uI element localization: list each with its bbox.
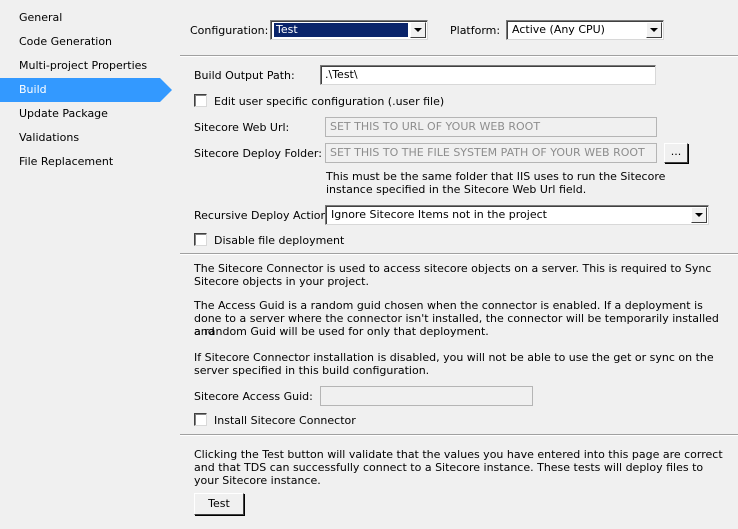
nav-item-build-label: Build — [19, 83, 47, 96]
nav-item-update-package[interactable]: Update Package — [0, 102, 172, 126]
sitecore-access-guid-label: Sitecore Access Guid: — [194, 390, 313, 403]
deploy-folder-note-line2: instance specified in the Sitecore Web U… — [326, 183, 587, 196]
divider — [180, 434, 738, 436]
test-description-line2: and that TDS can successfully connect to… — [194, 461, 704, 474]
configuration-value: Test — [273, 22, 409, 38]
disable-file-deployment-label: Disable file deployment — [214, 234, 345, 247]
platform-value: Active (Any CPU) — [512, 23, 605, 36]
install-sitecore-connector-checkbox[interactable] — [194, 413, 207, 426]
deploy-folder-note-line1: This must be the same folder that IIS us… — [326, 170, 666, 183]
edit-user-config-checkbox[interactable] — [194, 94, 207, 107]
platform-label: Platform: — [450, 24, 501, 37]
sitecore-access-guid-input[interactable] — [320, 386, 533, 406]
configuration-dropdown[interactable]: Test — [270, 20, 428, 40]
connector-para2-line1: The Access Guid is a random guid chosen … — [194, 299, 703, 312]
divider — [180, 253, 738, 255]
browse-folder-button[interactable]: ... — [664, 143, 688, 163]
sitecore-deploy-folder-input[interactable]: SET THIS TO THE FILE SYSTEM PATH OF YOUR… — [325, 143, 657, 163]
build-output-path-label: Build Output Path: — [194, 69, 295, 82]
test-description-line1: Clicking the Test button will validate t… — [194, 448, 723, 461]
sitecore-web-url-input[interactable]: SET THIS TO URL OF YOUR WEB ROOT — [325, 117, 657, 137]
connector-para1-line2: Sitecore objects in your project. — [194, 275, 369, 288]
recursive-deploy-action-value: Ignore Sitecore Items not in the project — [331, 208, 547, 221]
connector-para2-line3: a random Guid will be used for only that… — [194, 325, 489, 338]
install-sitecore-connector-label: Install Sitecore Connector — [214, 414, 356, 427]
configuration-label: Configuration: — [190, 24, 269, 37]
sitecore-web-url-label: Sitecore Web Url: — [194, 121, 290, 134]
build-output-path-input[interactable]: .\Test\ — [320, 65, 656, 85]
test-button[interactable]: Test — [194, 493, 244, 515]
chevron-down-icon — [650, 28, 658, 32]
chevron-down-icon — [695, 213, 703, 217]
edit-user-config-label: Edit user specific configuration (.user … — [214, 95, 445, 108]
sitecore-deploy-folder-label: Sitecore Deploy Folder: — [194, 147, 322, 160]
connector-para1-line1: The Sitecore Connector is used to access… — [194, 262, 712, 275]
nav-item-file-replacement[interactable]: File Replacement — [0, 150, 172, 174]
nav-item-general[interactable]: General — [0, 6, 172, 30]
project-properties-nav: General Code Generation Multi-project Pr… — [0, 0, 172, 529]
test-description-line3: your Sitecore instance. — [194, 474, 321, 487]
selected-arrow-icon — [160, 78, 172, 102]
nav-item-code-generation[interactable]: Code Generation — [0, 30, 172, 54]
nav-item-multi-project-properties[interactable]: Multi-project Properties — [0, 54, 172, 78]
connector-para3-line1: If Sitecore Connector installation is di… — [194, 351, 714, 364]
disable-file-deployment-checkbox[interactable] — [194, 233, 207, 246]
recursive-deploy-action-label: Recursive Deploy Action: — [194, 209, 332, 222]
nav-item-build[interactable]: Build — [0, 78, 172, 102]
connector-para3-line2: server specified in this build configura… — [194, 364, 430, 377]
build-settings-panel: Configuration: Test Platform: Active (An… — [180, 0, 738, 529]
nav-item-validations[interactable]: Validations — [0, 126, 172, 150]
recursive-deploy-action-dropdown-button[interactable] — [691, 207, 707, 223]
configuration-dropdown-button[interactable] — [410, 22, 426, 38]
platform-dropdown-button[interactable] — [646, 22, 662, 38]
chevron-down-icon — [414, 28, 422, 32]
recursive-deploy-action-dropdown[interactable]: Ignore Sitecore Items not in the project — [325, 205, 709, 225]
divider — [180, 55, 738, 57]
platform-dropdown[interactable]: Active (Any CPU) — [506, 20, 664, 40]
